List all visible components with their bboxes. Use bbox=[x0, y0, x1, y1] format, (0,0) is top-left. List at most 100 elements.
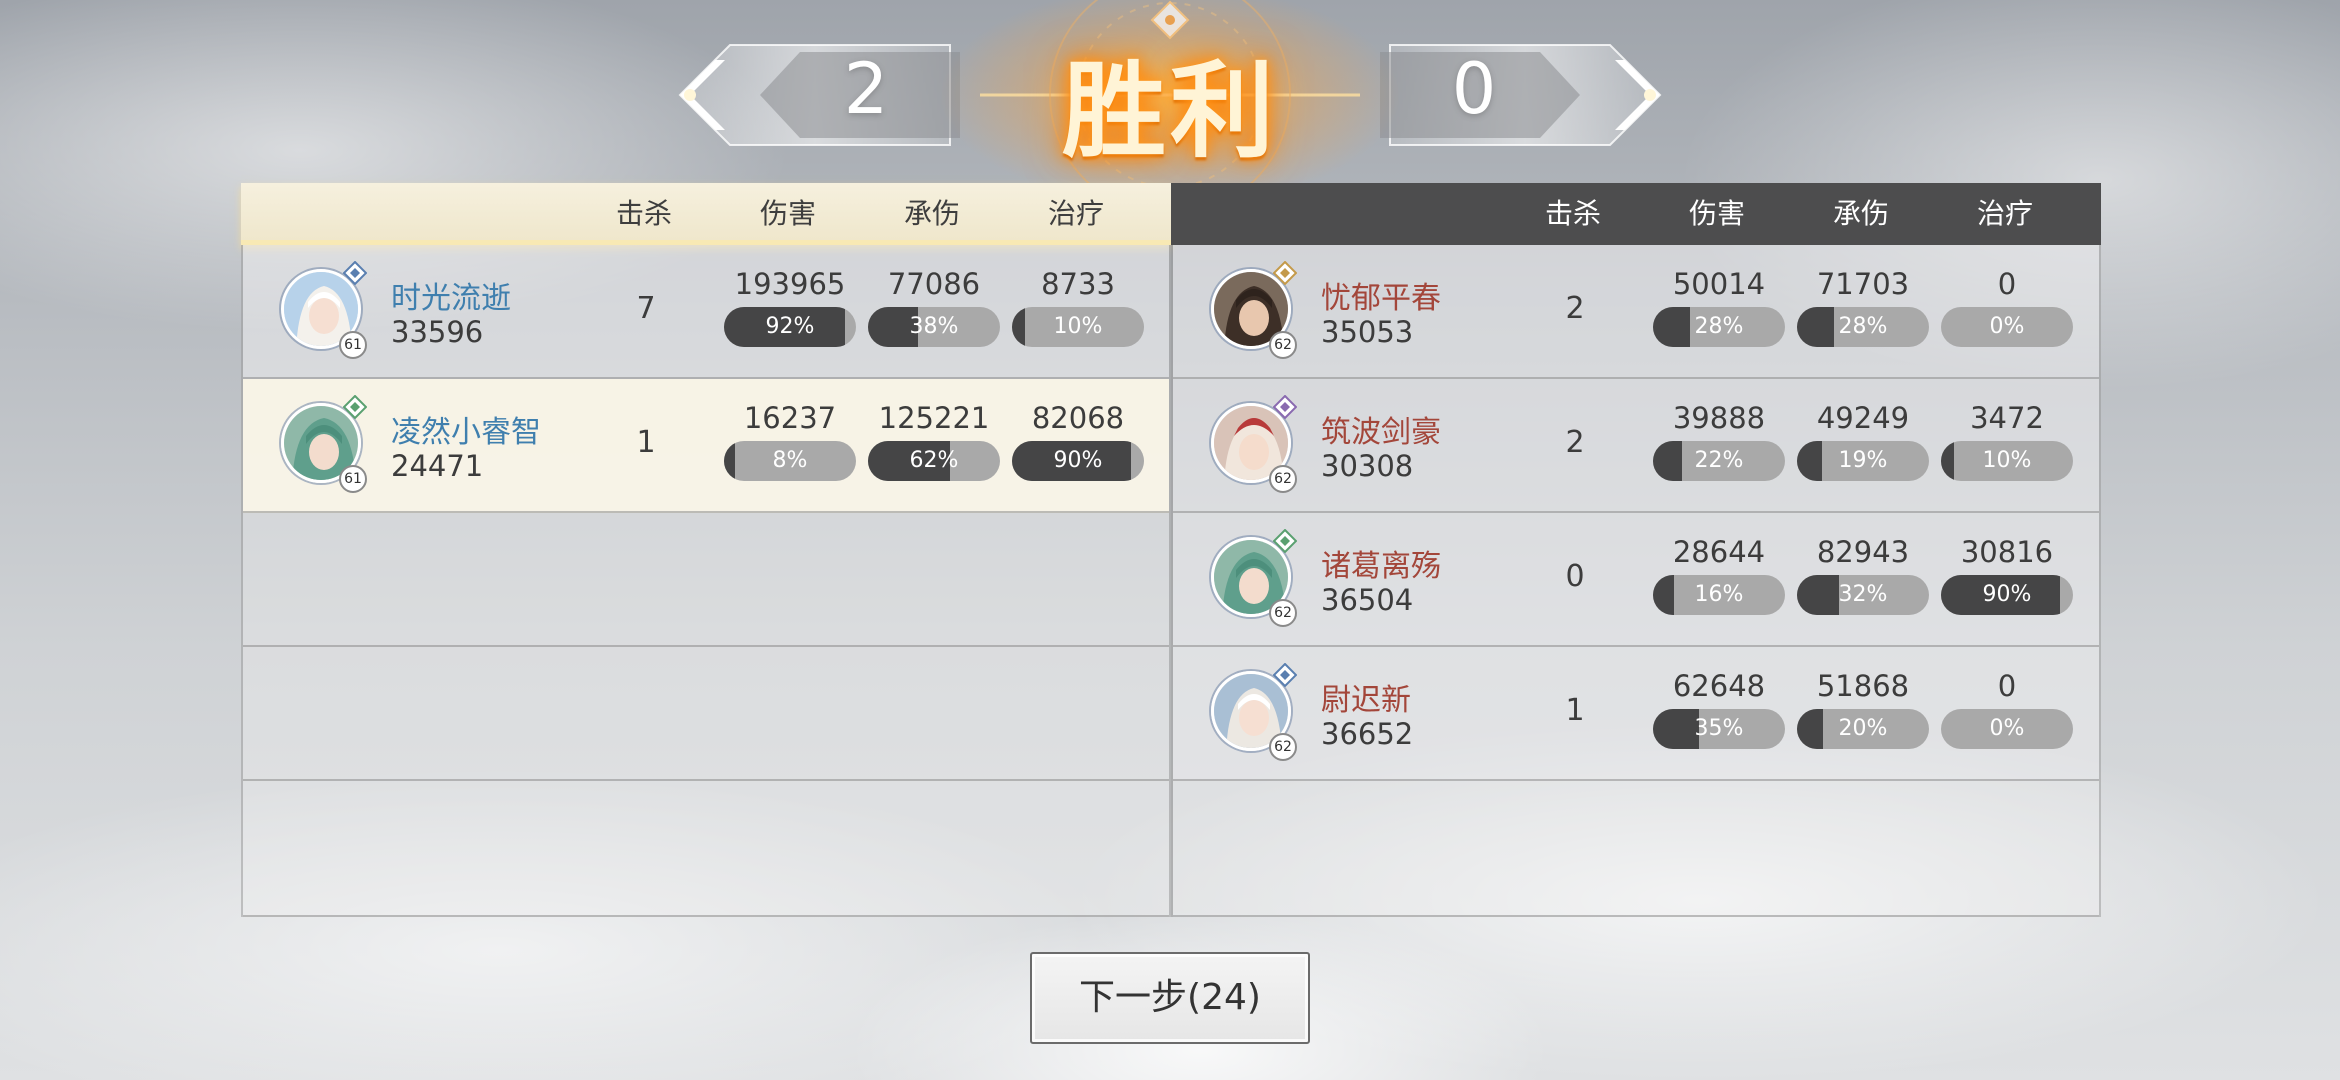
heal-value: 0 bbox=[1997, 267, 2017, 301]
taken-bar: 62% bbox=[868, 441, 1000, 481]
taken-percent: 38% bbox=[909, 314, 959, 339]
player-power: 36652 bbox=[1321, 717, 1414, 751]
damage-stat: 28644 16% bbox=[1653, 535, 1785, 615]
heal-stat: 8733 10% bbox=[1012, 267, 1144, 347]
player-power: 35053 bbox=[1321, 315, 1414, 349]
level-badge: 62 bbox=[1269, 465, 1297, 493]
rank-diamond-icon bbox=[1273, 529, 1297, 553]
left-team-panel: 击杀 伤害 承伤 治疗 61 时光流逝 33596 7 193965 92% 7… bbox=[241, 183, 1171, 917]
kills-value: 2 bbox=[1565, 425, 1585, 460]
damage-percent: 22% bbox=[1694, 448, 1744, 473]
damage-value: 193965 bbox=[734, 267, 846, 301]
level-badge: 61 bbox=[339, 465, 367, 493]
taken-bar: 28% bbox=[1797, 307, 1929, 347]
damage-stat: 62648 35% bbox=[1653, 669, 1785, 749]
empty-slot bbox=[243, 781, 1169, 917]
rank-diamond-icon bbox=[1273, 663, 1297, 687]
level-badge: 62 bbox=[1269, 331, 1297, 359]
damage-column-header: 伤害 bbox=[1688, 197, 1745, 230]
heal-column-header: 治疗 bbox=[1047, 197, 1104, 230]
player-row[interactable]: 62 忧郁平春 35053 2 50014 28% 71703 28% 0 0% bbox=[1173, 245, 2099, 379]
result-banner: 2 胜利 0 bbox=[0, 0, 2340, 190]
heal-percent: 90% bbox=[1053, 448, 1103, 473]
taken-column-header: 承伤 bbox=[1832, 197, 1889, 230]
damage-percent: 92% bbox=[765, 314, 815, 339]
damage-bar: 28% bbox=[1653, 307, 1785, 347]
damage-bar: 16% bbox=[1653, 575, 1785, 615]
heal-bar: 0% bbox=[1941, 709, 2073, 749]
player-name: 诸葛离殇 bbox=[1321, 549, 1441, 584]
damage-bar: 92% bbox=[724, 307, 856, 347]
heal-column-header: 治疗 bbox=[1976, 197, 2033, 230]
damage-percent: 35% bbox=[1694, 716, 1744, 741]
player-power: 24471 bbox=[391, 449, 484, 483]
rank-diamond-icon bbox=[1273, 395, 1297, 419]
taken-stat: 82943 32% bbox=[1797, 535, 1929, 615]
taken-value: 125221 bbox=[878, 401, 990, 435]
player-row-self[interactable]: 61 凌然小睿智 24471 1 16237 8% 125221 62% 820… bbox=[243, 379, 1169, 513]
player-name: 凌然小睿智 bbox=[391, 415, 541, 450]
taken-column-header: 承伤 bbox=[903, 197, 960, 230]
damage-value: 50014 bbox=[1672, 267, 1766, 301]
level-badge: 62 bbox=[1269, 733, 1297, 761]
taken-stat: 77086 38% bbox=[868, 267, 1000, 347]
level-badge: 62 bbox=[1269, 599, 1297, 627]
damage-value: 28644 bbox=[1672, 535, 1766, 569]
heal-value: 8733 bbox=[1041, 267, 1115, 301]
damage-value: 62648 bbox=[1672, 669, 1766, 703]
empty-slot bbox=[1173, 781, 2099, 917]
kills-value: 1 bbox=[636, 425, 656, 460]
heal-stat: 0 0% bbox=[1941, 267, 2073, 347]
rank-diamond-icon bbox=[1273, 261, 1297, 285]
heal-value: 30816 bbox=[1960, 535, 2054, 569]
player-row[interactable]: 62 诸葛离殇 36504 0 28644 16% 82943 32% 3081… bbox=[1173, 513, 2099, 647]
right-team-score: 0 bbox=[1451, 48, 1497, 130]
damage-percent: 16% bbox=[1694, 582, 1744, 607]
right-team-panel: 击杀 伤害 承伤 治疗 62 忧郁平春 35053 2 50014 28% 71… bbox=[1171, 183, 2101, 917]
player-row[interactable]: 61 时光流逝 33596 7 193965 92% 77086 38% 873… bbox=[243, 245, 1169, 379]
taken-value: 71703 bbox=[1816, 267, 1910, 301]
damage-value: 39888 bbox=[1672, 401, 1766, 435]
heal-percent: 10% bbox=[1982, 448, 2032, 473]
player-name: 忧郁平春 bbox=[1321, 281, 1441, 316]
rank-diamond-icon bbox=[343, 395, 367, 419]
next-step-button[interactable]: 下一步(24) bbox=[1030, 952, 1310, 1044]
empty-slot bbox=[243, 647, 1169, 781]
left-team-score: 2 bbox=[843, 48, 889, 130]
player-power: 33596 bbox=[391, 315, 484, 349]
damage-value: 16237 bbox=[743, 401, 837, 435]
damage-column-header: 伤害 bbox=[759, 197, 816, 230]
heal-bar: 10% bbox=[1941, 441, 2073, 481]
damage-percent: 8% bbox=[772, 448, 808, 473]
taken-bar: 19% bbox=[1797, 441, 1929, 481]
heal-percent: 0% bbox=[1989, 314, 2025, 339]
heal-bar: 90% bbox=[1012, 441, 1144, 481]
damage-bar: 35% bbox=[1653, 709, 1785, 749]
heal-bar: 0% bbox=[1941, 307, 2073, 347]
damage-stat: 193965 92% bbox=[724, 267, 856, 347]
heal-bar: 90% bbox=[1941, 575, 2073, 615]
taken-bar: 38% bbox=[868, 307, 1000, 347]
damage-stat: 16237 8% bbox=[724, 401, 856, 481]
kills-value: 2 bbox=[1565, 291, 1585, 326]
heal-percent: 90% bbox=[1982, 582, 2032, 607]
right-team-rows: 62 忧郁平春 35053 2 50014 28% 71703 28% 0 0% bbox=[1171, 245, 2101, 917]
taken-percent: 32% bbox=[1838, 582, 1888, 607]
rank-diamond-icon bbox=[343, 261, 367, 285]
heal-percent: 10% bbox=[1053, 314, 1103, 339]
heal-percent: 0% bbox=[1989, 716, 2025, 741]
taken-value: 49249 bbox=[1816, 401, 1910, 435]
player-power: 36504 bbox=[1321, 583, 1414, 617]
taken-value: 82943 bbox=[1816, 535, 1910, 569]
player-row[interactable]: 62 尉迟新 36652 1 62648 35% 51868 20% 0 0% bbox=[1173, 647, 2099, 781]
heal-stat: 0 0% bbox=[1941, 669, 2073, 749]
heal-stat: 3472 10% bbox=[1941, 401, 2073, 481]
taken-percent: 19% bbox=[1838, 448, 1888, 473]
kills-value: 0 bbox=[1565, 559, 1585, 594]
player-name: 时光流逝 bbox=[391, 281, 511, 316]
player-row[interactable]: 62 筑波剑豪 30308 2 39888 22% 49249 19% 3472… bbox=[1173, 379, 2099, 513]
damage-stat: 39888 22% bbox=[1653, 401, 1785, 481]
taken-percent: 62% bbox=[909, 448, 959, 473]
player-name: 尉迟新 bbox=[1321, 683, 1411, 718]
victory-title: 胜利 bbox=[1061, 49, 1278, 172]
